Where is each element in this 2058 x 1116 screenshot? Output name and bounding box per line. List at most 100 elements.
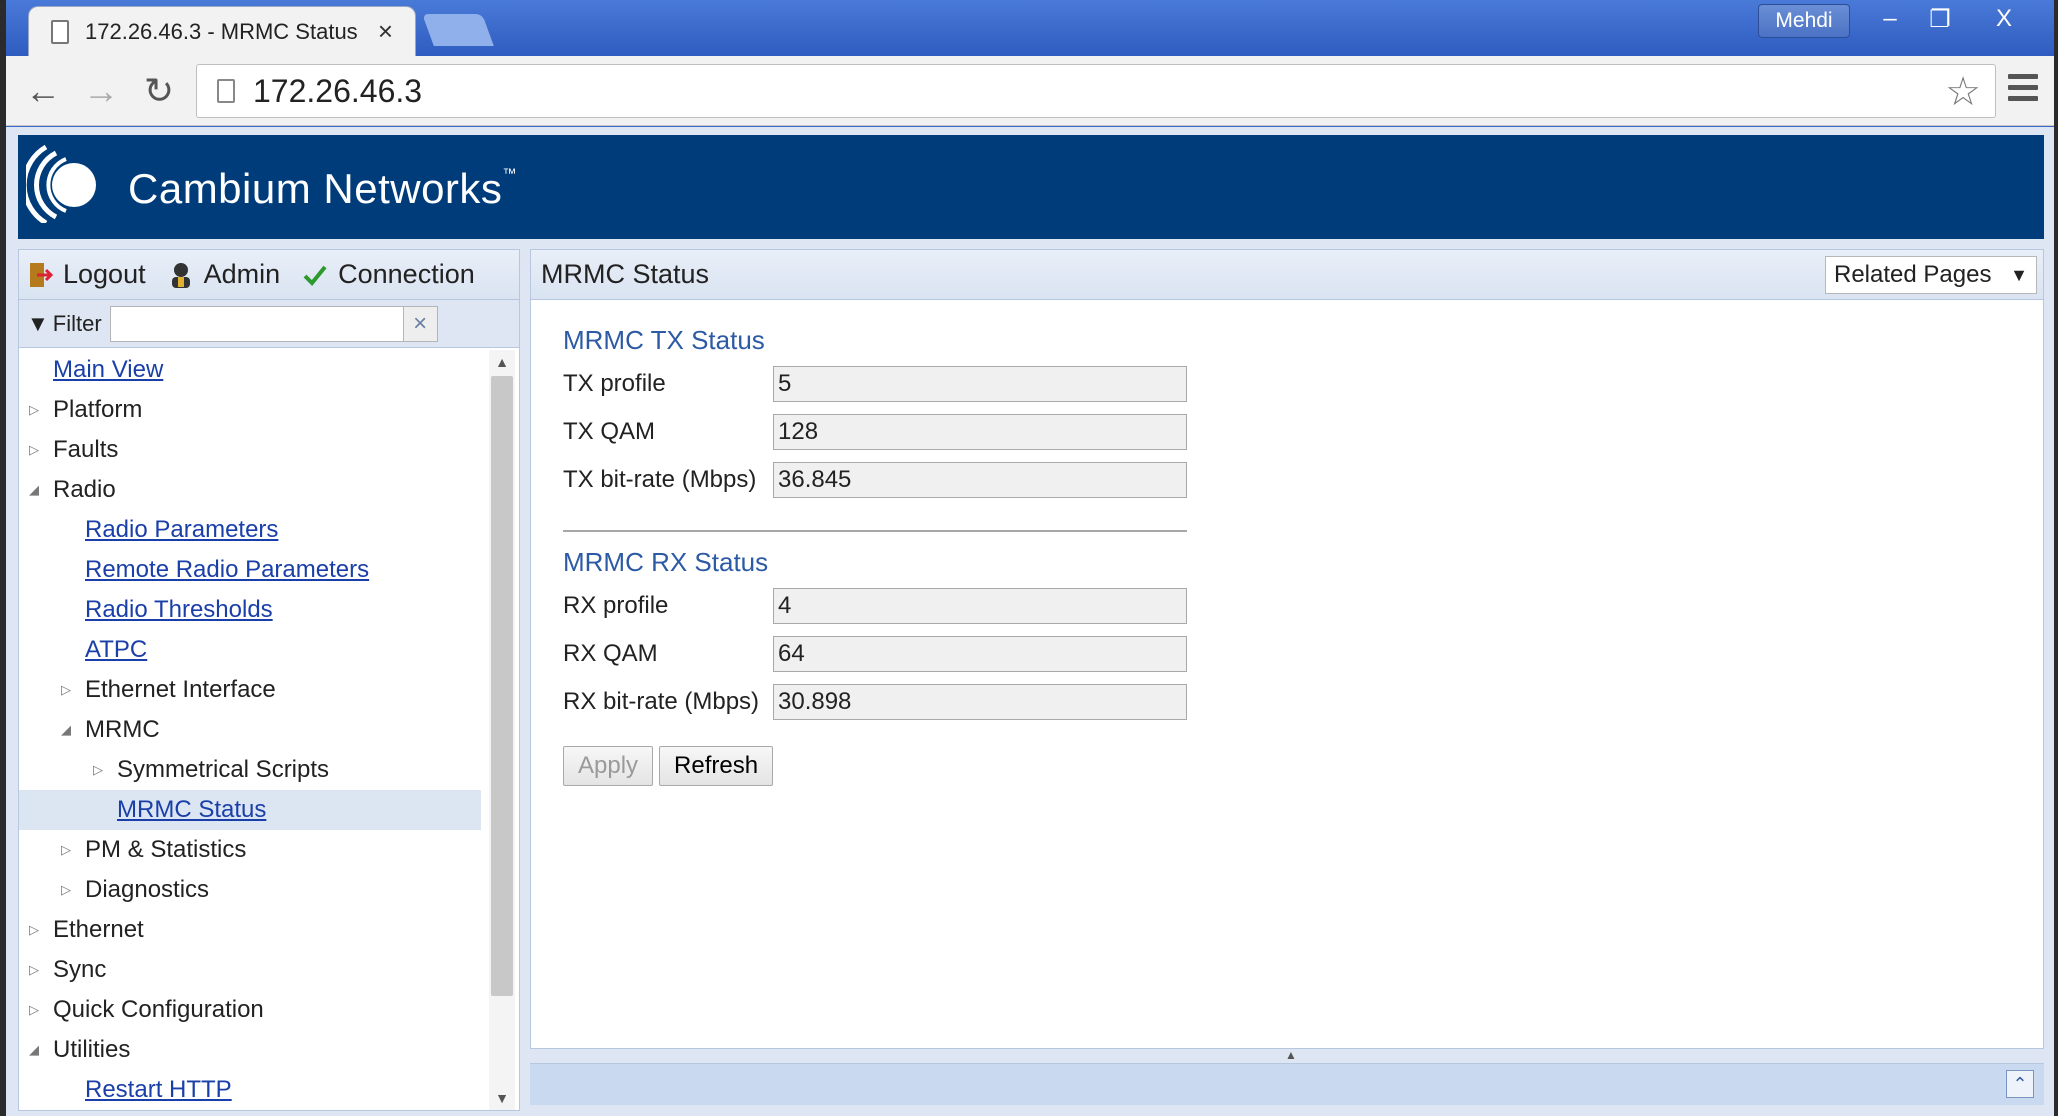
field-label: TX QAM [563,418,656,445]
tree-item[interactable]: ▷ Diagnostics [19,870,481,910]
filter-input[interactable] [109,305,404,342]
tree-item-label: MRMC Status [117,796,267,823]
tree-item[interactable]: Main View [19,350,481,390]
admin-link[interactable]: Admin [168,259,280,290]
field-label: TX bit-rate (Mbps) [563,466,757,493]
field-label: RX profile [563,592,669,619]
filter-label: Filter [52,310,102,336]
tree-item[interactable]: ▷ PM & Statistics [19,830,481,870]
tree-item-label: MRMC [85,716,160,743]
refresh-button[interactable]: Refresh [659,746,774,786]
profile-button[interactable]: Mehdi [1758,4,1850,38]
bookmark-star-icon[interactable]: ☆ [1945,69,1981,115]
tree-item-label: Ethernet [53,916,144,943]
related-pages-dropdown[interactable]: Related Pages ▼ [1825,256,2037,294]
tree-item[interactable]: ▷ Sync [19,950,481,990]
rx-qam-row: RX QAM 64 [563,630,1187,678]
web-page: Cambium Networks™ Logout Admin Connectio… [6,127,2054,1116]
close-window-button[interactable]: X [1980,2,2028,36]
tx-bitrate-row: TX bit-rate (Mbps) 36.845 [563,456,1187,504]
splitter-grip-icon[interactable]: ▲ [1258,1049,1324,1061]
apply-button[interactable]: Apply [563,746,654,786]
tree-item[interactable]: ▷ Symmetrical Scripts [19,750,481,790]
scroll-down-arrow-icon[interactable]: ▼ [489,1086,515,1110]
tree-item-label: Quick Configuration [53,996,264,1023]
tree-item-label: Radio Thresholds [85,596,273,623]
tree-item[interactable]: ATPC [19,630,481,670]
scroll-thumb[interactable] [491,376,513,996]
tx-qam-field: 128 [773,414,1187,450]
tree-item[interactable]: Radio Parameters [19,510,481,550]
expand-up-icon[interactable]: ⌃ [2006,1070,2034,1098]
brand-name: Cambium Networks™ [128,165,517,213]
url-text: 172.26.46.3 [253,72,423,109]
chrome-menu-icon[interactable] [2008,74,2038,107]
address-bar[interactable]: 172.26.46.3 ☆ [196,64,1996,118]
expand-triangle-icon[interactable]: ▷ [27,922,41,938]
tree-item-label: Main View [53,356,164,383]
tree-item[interactable]: ▷ Faults [19,430,481,470]
logout-link[interactable]: Logout [27,259,146,290]
navigation-tree: Main View ▷ Platform ▷ Faults ◢ Radio Radio Par… [19,350,481,1110]
expand-triangle-icon[interactable]: ▷ [27,962,41,978]
title-bar: 172.26.46.3 - MRMC Status × Mehdi – ❐ X [6,0,2054,56]
collapse-triangle-icon[interactable]: ◢ [59,722,73,738]
tree-item-label: Utilities [53,1036,131,1063]
tree-item[interactable]: ◢ MRMC [19,710,481,750]
logout-door-icon [30,262,53,287]
tree-item[interactable]: Remote Radio Parameters [19,550,481,590]
expand-triangle-icon[interactable]: ▷ [59,882,73,898]
tree-item[interactable]: ◢ Radio [19,470,481,510]
tree-item-label: Faults [53,436,119,463]
filter-triangle-icon[interactable]: ▼ [27,311,49,337]
tree-item-label: Radio [53,476,116,503]
trademark-mark: ™ [502,165,517,181]
tree-item[interactable]: MRMC Status [19,790,481,830]
tree-scrollbar[interactable]: ▲ ▼ [489,350,515,1110]
tree-item-label: Diagnostics [85,876,210,903]
tree-item[interactable]: ▷ Quick Configuration [19,990,481,1030]
tree-item-label: Ethernet Interface [85,676,276,703]
collapse-triangle-icon[interactable]: ◢ [27,482,41,498]
brand-text: Cambium Networks [128,165,503,212]
tree-item[interactable]: ▷ Ethernet [19,910,481,950]
tx-section-title: MRMC TX Status [563,324,765,355]
scroll-up-arrow-icon[interactable]: ▲ [489,350,515,374]
field-label: TX profile [563,370,666,397]
forward-arrow-icon[interactable]: → [78,68,124,114]
restore-button[interactable]: ❐ [1916,2,1964,36]
tree-item-label: Restart HTTP [85,1076,232,1103]
clear-filter-icon[interactable]: × [403,305,438,342]
rx-bitrate-field: 30.898 [773,684,1187,720]
expand-triangle-icon[interactable]: ▷ [27,442,41,458]
tree-item[interactable]: Radio Thresholds [19,590,481,630]
tree-item[interactable]: ◢ Utilities [19,1030,481,1070]
rx-qam-field: 64 [773,636,1187,672]
field-label: RX QAM [563,640,658,667]
tx-profile-field: 5 [773,366,1187,402]
back-arrow-icon[interactable]: ← [20,68,66,114]
checkmark-icon [303,265,327,286]
tree-item[interactable]: ▷ Ethernet Interface [19,670,481,710]
browser-window: 172.26.46.3 - MRMC Status × Mehdi – ❐ X … [6,0,2054,1116]
collapse-triangle-icon[interactable]: ◢ [27,1042,41,1058]
new-tab-button[interactable] [422,14,494,46]
logout-label: Logout [63,259,146,289]
connection-label: Connection [338,259,475,289]
browser-tab[interactable]: 172.26.46.3 - MRMC Status × [28,6,416,56]
tree-item[interactable]: Restart HTTP [19,1070,481,1110]
tree-item[interactable]: ▷ Platform [19,390,481,430]
minimize-button[interactable]: – [1866,2,1914,36]
tab-close-icon[interactable]: × [378,16,393,47]
tree-item-label: Platform [53,396,143,423]
expand-triangle-icon[interactable]: ▷ [91,762,105,778]
cambium-logo-icon [26,144,96,223]
expand-triangle-icon[interactable]: ▷ [59,842,73,858]
expand-triangle-icon[interactable]: ▷ [59,682,73,698]
expand-triangle-icon[interactable]: ▷ [27,1002,41,1018]
page-title: MRMC Status [541,259,710,289]
expand-triangle-icon[interactable]: ▷ [27,402,41,418]
reload-icon[interactable]: ↻ [136,68,182,114]
tree-item-label: Symmetrical Scripts [117,756,330,783]
tx-qam-row: TX QAM 128 [563,408,1187,456]
